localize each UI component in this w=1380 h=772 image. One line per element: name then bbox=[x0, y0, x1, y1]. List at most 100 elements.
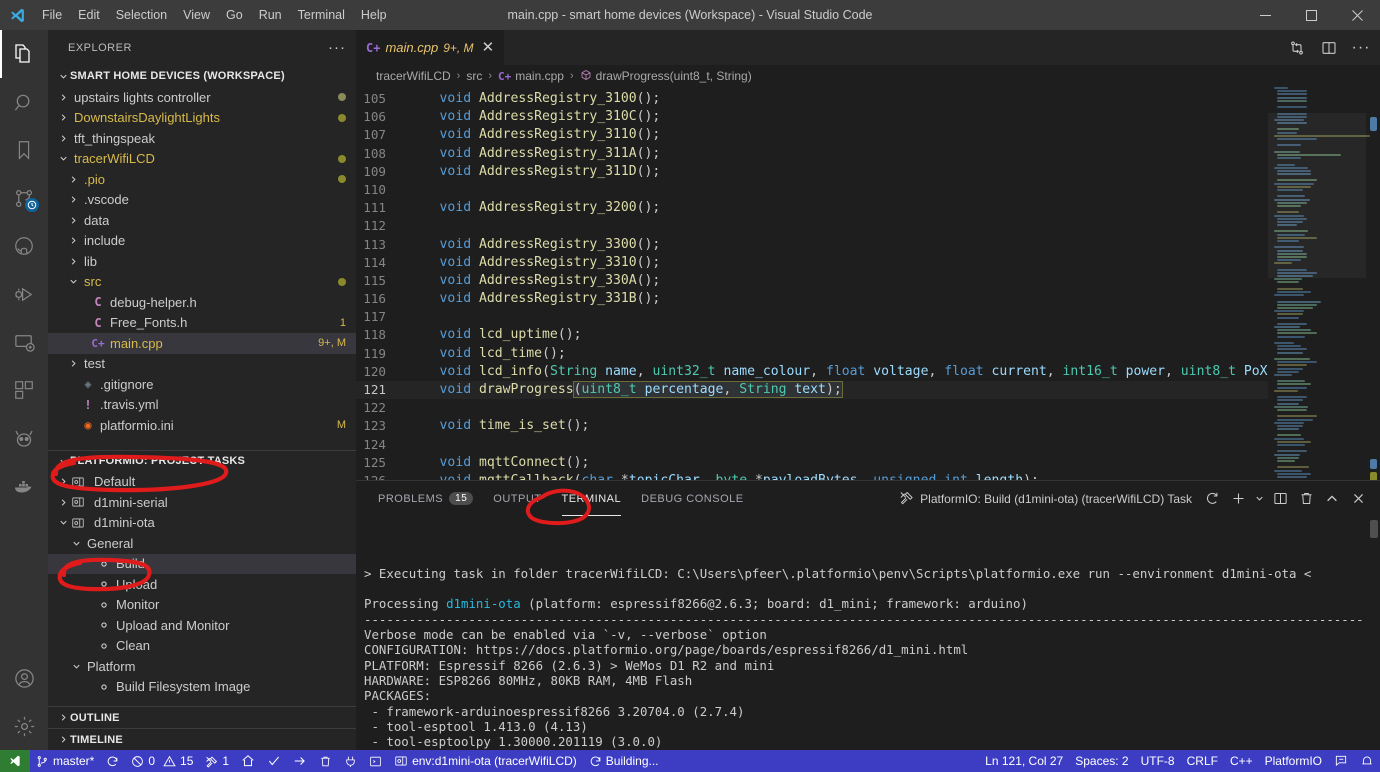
tree-item-lib[interactable]: lib bbox=[48, 251, 356, 272]
github-icon[interactable] bbox=[0, 222, 48, 270]
maximize-button[interactable] bbox=[1288, 0, 1334, 30]
breadcrumb-item-3[interactable]: drawProgress(uint8_t, String) bbox=[580, 69, 752, 84]
platformio-icon[interactable] bbox=[0, 414, 48, 462]
breadcrumb-item-0[interactable]: tracerWifiLCD bbox=[376, 69, 451, 83]
status-pio-upload[interactable] bbox=[287, 750, 313, 772]
minimap[interactable] bbox=[1268, 87, 1380, 480]
tree-item-gitignore[interactable]: ◈ .gitignore bbox=[48, 374, 356, 395]
breadcrumb-item-2[interactable]: C+ main.cpp bbox=[498, 69, 564, 83]
source-control-icon[interactable] bbox=[0, 174, 48, 222]
code-line[interactable]: 105 void AddressRegistry_3100(); bbox=[356, 90, 1268, 108]
split-editor-icon[interactable] bbox=[1318, 37, 1340, 59]
code-line[interactable]: 110 bbox=[356, 181, 1268, 199]
code-line[interactable]: 119 void lcd_time(); bbox=[356, 345, 1268, 363]
status-encoding[interactable]: UTF-8 bbox=[1135, 750, 1181, 772]
tab-problems[interactable]: PROBLEMS 15 bbox=[368, 481, 483, 516]
status-cursor-position[interactable]: Ln 121, Col 27 bbox=[979, 750, 1069, 772]
status-eol[interactable]: CRLF bbox=[1181, 750, 1224, 772]
code-line[interactable]: 107 void AddressRegistry_3110(); bbox=[356, 126, 1268, 144]
tree-item-main-cpp[interactable]: C+ main.cpp 9+, M bbox=[48, 333, 356, 354]
tree-item-free-fonts-h[interactable]: C Free_Fonts.h 1 bbox=[48, 313, 356, 334]
terminal-selector[interactable]: PlatformIO: Build (d1mini-ota) (tracerWi… bbox=[899, 490, 1192, 508]
code-line[interactable]: 112 bbox=[356, 217, 1268, 235]
task-item-d1mini-ota[interactable]: d1mini-ota bbox=[48, 513, 356, 534]
code-line[interactable]: 118 void lcd_uptime(); bbox=[356, 326, 1268, 344]
more-actions-icon[interactable]: ··· bbox=[1350, 37, 1372, 59]
code-line[interactable]: 116 void AddressRegistry_331B(); bbox=[356, 290, 1268, 308]
status-env[interactable]: env:d1mini-ota (tracerWifiLCD) bbox=[388, 750, 583, 772]
task-item-platform[interactable]: Platform bbox=[48, 656, 356, 677]
tree-item-platformio-ini[interactable]: ◉ platformio.ini M bbox=[48, 415, 356, 436]
status-pio-monitor[interactable] bbox=[338, 750, 363, 772]
kill-terminal-icon[interactable] bbox=[1294, 487, 1318, 511]
tree-item-tft-thingspeak[interactable]: tft_thingspeak bbox=[48, 128, 356, 149]
code-line[interactable]: 125 void mqttConnect(); bbox=[356, 454, 1268, 472]
feedback-icon[interactable] bbox=[1328, 750, 1354, 772]
status-pio-build[interactable] bbox=[261, 750, 287, 772]
menu-help[interactable]: Help bbox=[353, 4, 395, 26]
code-line[interactable]: 121 void drawProgress(uint8_t percentage… bbox=[356, 381, 1268, 399]
code-line[interactable]: 120 void lcd_info(String name, uint32_t … bbox=[356, 363, 1268, 381]
tab-terminal[interactable]: TERMINAL bbox=[552, 481, 632, 516]
menu-selection[interactable]: Selection bbox=[108, 4, 175, 26]
code-line[interactable]: 122 bbox=[356, 399, 1268, 417]
status-pio-clean[interactable] bbox=[313, 750, 338, 772]
status-problems[interactable]: 0 15 bbox=[125, 750, 199, 772]
minimap-slider[interactable] bbox=[1268, 113, 1366, 278]
breadcrumb-item-1[interactable]: src bbox=[466, 69, 482, 83]
task-item-default[interactable]: Default bbox=[48, 472, 356, 493]
task-item-monitor[interactable]: Monitor bbox=[48, 595, 356, 616]
tree-item-include[interactable]: include bbox=[48, 231, 356, 252]
maximize-panel-icon[interactable] bbox=[1320, 487, 1344, 511]
explorer-more-icon[interactable]: ··· bbox=[328, 39, 346, 56]
terminal-output[interactable]: > Executing task in folder tracerWifiLCD… bbox=[356, 516, 1380, 750]
status-branch[interactable]: master* bbox=[30, 750, 100, 772]
tree-item-travis-yml[interactable]: ! .travis.yml bbox=[48, 395, 356, 416]
tab-output[interactable]: OUTPUT bbox=[483, 481, 551, 516]
status-language-mode[interactable]: C++ bbox=[1224, 750, 1259, 772]
code-line[interactable]: 106 void AddressRegistry_310C(); bbox=[356, 108, 1268, 126]
status-pio-terminal[interactable] bbox=[363, 750, 388, 772]
tree-item-src[interactable]: src bbox=[48, 272, 356, 293]
code-editor[interactable]: 105 void AddressRegistry_3100(); 106 void… bbox=[356, 87, 1380, 480]
code-line[interactable]: 114 void AddressRegistry_3310(); bbox=[356, 254, 1268, 272]
task-item-d1mini-serial[interactable]: d1mini-serial bbox=[48, 492, 356, 513]
task-item-upload[interactable]: Upload bbox=[48, 574, 356, 595]
tree-item-test[interactable]: test bbox=[48, 354, 356, 375]
search-icon[interactable] bbox=[0, 78, 48, 126]
menu-run[interactable]: Run bbox=[251, 4, 290, 26]
remote-explorer-icon[interactable] bbox=[0, 318, 48, 366]
explorer-icon[interactable] bbox=[0, 30, 48, 78]
code-line[interactable]: 111 void AddressRegistry_3200(); bbox=[356, 199, 1268, 217]
code-line[interactable]: 115 void AddressRegistry_330A(); bbox=[356, 272, 1268, 290]
accounts-icon[interactable] bbox=[0, 654, 48, 702]
terminal-dropdown-icon[interactable] bbox=[1252, 487, 1266, 511]
tree-item-upstairs-lights-controller[interactable]: upstairs lights controller bbox=[48, 87, 356, 108]
tab-close-icon[interactable]: ✕ bbox=[482, 40, 495, 55]
tab-debug-console[interactable]: DEBUG CONSOLE bbox=[631, 481, 753, 516]
editor-scrollbar[interactable] bbox=[1366, 87, 1380, 480]
code-line[interactable]: 109 void AddressRegistry_311D(); bbox=[356, 163, 1268, 181]
code-line[interactable]: 124 bbox=[356, 436, 1268, 454]
workspace-section-header[interactable]: SMART HOME DEVICES (WORKSPACE) bbox=[48, 65, 356, 87]
platformio-section-header[interactable]: PLATFORMIO: PROJECT TASKS bbox=[48, 449, 356, 472]
tree-item-vscode[interactable]: .vscode bbox=[48, 190, 356, 211]
bell-icon[interactable] bbox=[1354, 750, 1380, 772]
menu-file[interactable]: File bbox=[34, 4, 70, 26]
status-pio-home[interactable] bbox=[235, 750, 261, 772]
minimize-button[interactable] bbox=[1242, 0, 1288, 30]
close-button[interactable] bbox=[1334, 0, 1380, 30]
split-changes-icon[interactable] bbox=[1286, 37, 1308, 59]
run-and-debug-icon[interactable] bbox=[0, 270, 48, 318]
timeline-section-header[interactable]: TIMELINE bbox=[48, 728, 356, 750]
task-item-build-filesystem-image[interactable]: Build Filesystem Image bbox=[48, 677, 356, 698]
task-item-clean[interactable]: Clean bbox=[48, 636, 356, 657]
status-sync[interactable] bbox=[100, 750, 125, 772]
code-line[interactable]: 108 void AddressRegistry_311A(); bbox=[356, 145, 1268, 163]
docker-icon[interactable] bbox=[0, 462, 48, 510]
task-item-general[interactable]: General bbox=[48, 533, 356, 554]
terminal-scrollbar[interactable] bbox=[1370, 520, 1378, 538]
new-terminal-icon[interactable] bbox=[1226, 487, 1250, 511]
menu-terminal[interactable]: Terminal bbox=[290, 4, 353, 26]
tree-item-pio[interactable]: .pio bbox=[48, 169, 356, 190]
